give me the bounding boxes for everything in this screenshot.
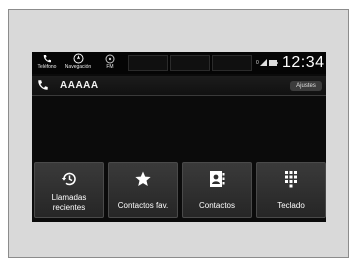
- call-header: AAAAA Ajustes: [32, 76, 326, 96]
- phone-app-label: Teléfono: [37, 64, 57, 70]
- signal-number: 0: [256, 59, 259, 66]
- radio-icon: [105, 53, 115, 64]
- battery-icon: [268, 59, 278, 66]
- phone-menu-tiles: Llamadas recientes Contactos fav. Contac…: [34, 162, 326, 218]
- favorite-contacts-button[interactable]: Contactos fav.: [108, 162, 178, 218]
- settings-button[interactable]: Ajustes: [290, 81, 322, 91]
- empty-shortcut-slot[interactable]: [128, 55, 168, 71]
- recent-calls-label-line2: recientes: [52, 203, 86, 212]
- star-icon: [109, 170, 177, 190]
- status-bar: Teléfono Navegación FM 0 12:34: [32, 52, 326, 74]
- keypad-icon: [257, 170, 325, 190]
- recent-calls-label-line1: Llamadas: [51, 193, 87, 202]
- recent-calls-button[interactable]: Llamadas recientes: [34, 162, 104, 218]
- phone-app-button[interactable]: Teléfono: [34, 53, 60, 73]
- keypad-label: Teclado: [277, 201, 305, 210]
- navigation-app-button[interactable]: Navegación: [62, 53, 94, 73]
- contacts-label: Contactos: [198, 201, 236, 210]
- phone-screen: Teléfono Navegación FM 0 12:34 AAAAA Aju…: [32, 52, 326, 222]
- empty-shortcut-slot[interactable]: [212, 55, 252, 71]
- contacts-book-icon: [183, 170, 251, 190]
- navigation-app-label: Navegación: [64, 64, 92, 70]
- recent-calls-icon: [35, 170, 103, 190]
- keypad-button[interactable]: Teclado: [256, 162, 326, 218]
- phone-icon: [42, 53, 52, 64]
- favorite-contacts-label: Contactos fav.: [117, 201, 169, 210]
- radio-app-button[interactable]: FM: [102, 53, 118, 73]
- contacts-button[interactable]: Contactos: [182, 162, 252, 218]
- clock: 12:34: [282, 54, 325, 71]
- compass-icon: [73, 53, 84, 64]
- signal-strength-icon: [259, 59, 267, 66]
- handset-icon: [36, 79, 49, 97]
- empty-shortcut-slot[interactable]: [170, 55, 210, 71]
- signal-battery-indicator: 0: [256, 58, 278, 67]
- radio-app-label: FM: [106, 64, 114, 70]
- connected-device-name: AAAAA: [60, 80, 99, 91]
